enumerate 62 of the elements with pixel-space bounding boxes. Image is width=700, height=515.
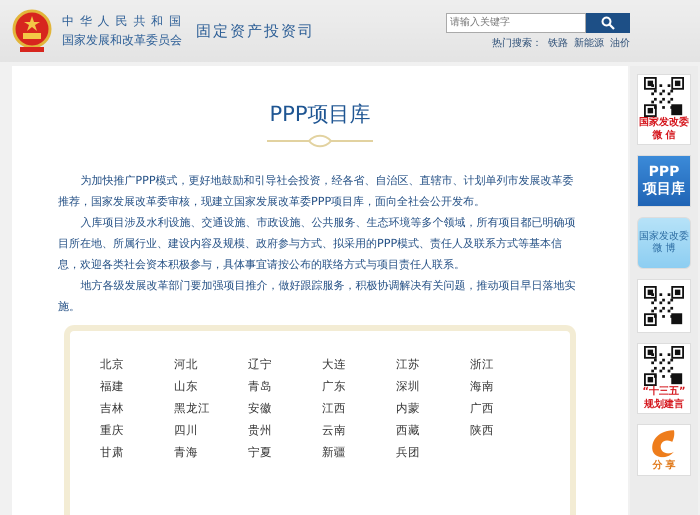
tile-caption: 微 信 <box>652 130 676 142</box>
national-emblem-icon <box>12 9 52 53</box>
intro-paragraph: 入库项目涉及水利设施、交通设施、市政设施、公共服务、生态环境等多个领域，所有项目都已明确项目所在地、所属行业、建设内容及规模、政府参与方式、拟采用的PPP模式、责任人及联系方式等基本信息，欢迎各类社会资本积极参与，具体事宜请按公布的联络方式与项目责任人联系。 <box>58 215 576 273</box>
intro-paragraph: 地方各级发展改革部门要加强项目推介，做好跟踪服务，积极协调解决有关问题，推动项目早日落地实施。 <box>58 278 576 315</box>
qr-code-tile[interactable] <box>637 279 691 333</box>
tile-caption: PPP <box>648 164 680 180</box>
region-link[interactable]: 贵州 <box>248 423 272 445</box>
tile-caption: 国家发改委 <box>639 230 689 242</box>
region-link[interactable]: 深圳 <box>396 379 420 401</box>
region-link[interactable]: 甘肃 <box>100 445 124 467</box>
page-title: PPP项目库 <box>270 101 370 128</box>
region-link[interactable]: 吉林 <box>100 401 124 423</box>
region-link[interactable]: 青海 <box>174 445 198 467</box>
hot-search-link[interactable]: 铁路 <box>548 36 568 50</box>
hot-search-label: 热门搜索： <box>492 36 542 50</box>
region-link[interactable]: 江西 <box>322 401 346 423</box>
qr-code-icon <box>644 77 684 117</box>
region-link[interactable]: 广西 <box>470 401 494 423</box>
region-link[interactable]: 黑龙江 <box>174 401 210 423</box>
region-link[interactable]: 西藏 <box>396 423 420 445</box>
qr-code-icon <box>644 286 684 326</box>
qr-code-tile[interactable]: 国家发改委 微 信 <box>637 74 691 145</box>
region-link[interactable]: 江苏 <box>396 357 420 379</box>
hot-search-link[interactable]: 新能源 <box>574 36 604 50</box>
tile-caption: 微 博 <box>652 243 676 256</box>
qr-code-icon <box>644 346 684 386</box>
region-link[interactable]: 福建 <box>100 379 124 401</box>
region-link[interactable]: 兵团 <box>396 445 420 467</box>
region-link[interactable]: 重庆 <box>100 423 124 445</box>
region-link[interactable]: 广东 <box>322 379 346 401</box>
hot-search-link[interactable]: 油价 <box>610 36 630 50</box>
intro-paragraph: 为加快推广PPP模式，更好地鼓励和引导社会投资，经各省、自治区、直辖市、计划单列市发展改革委推荐，国家发展改革委审核，现建立国家发展改革委PPP项目库，面向全社会公开发布。 <box>58 173 575 210</box>
region-link[interactable]: 山东 <box>174 379 198 401</box>
search-field[interactable]: 请输入关键字 <box>446 12 586 32</box>
ornament-divider-icon <box>265 134 375 148</box>
tile-caption: 项目库 <box>643 181 685 198</box>
tile-caption: 规划建言 <box>644 398 684 411</box>
sidebar-banner[interactable]: PPP 项目库 <box>637 155 691 207</box>
region-link[interactable]: 宁夏 <box>248 445 272 467</box>
region-link[interactable]: 辽宁 <box>248 357 272 379</box>
region-link[interactable]: 陕西 <box>470 423 494 445</box>
search-button[interactable] <box>586 12 630 32</box>
region-link[interactable]: 四川 <box>174 423 198 445</box>
tile-caption: “十三五” <box>642 386 686 398</box>
region-link[interactable]: 内蒙 <box>396 401 420 423</box>
region-link[interactable]: 河北 <box>174 357 198 379</box>
region-link[interactable]: 安徽 <box>248 401 272 423</box>
region-link[interactable]: 青岛 <box>248 379 272 401</box>
department-name: 固定资产投资司 <box>196 22 315 40</box>
sidebar-banner[interactable]: 国家发改委 微 博 <box>637 217 691 269</box>
search-icon <box>601 16 615 30</box>
region-link[interactable]: 大连 <box>322 357 346 379</box>
tile-caption: 分 享 <box>652 460 676 473</box>
region-link[interactable]: 海南 <box>470 379 494 401</box>
org-name: 国家发展和改革委员会 <box>62 32 182 49</box>
region-link[interactable]: 北京 <box>100 357 124 379</box>
qr-code-tile[interactable]: “十三五” 规划建言 <box>637 343 691 414</box>
tile-caption: 国家发改委 <box>639 117 689 130</box>
region-link[interactable]: 新疆 <box>322 445 346 467</box>
region-link[interactable]: 浙江 <box>470 357 494 379</box>
org-name: 中 华 人 民 共 和 国 <box>62 13 182 30</box>
region-link[interactable]: 云南 <box>322 423 346 445</box>
